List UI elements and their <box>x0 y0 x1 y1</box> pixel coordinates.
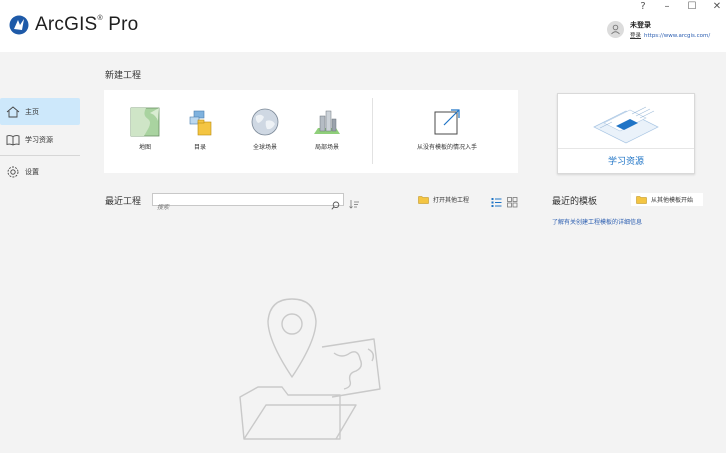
tile-label: 地图 <box>138 144 151 151</box>
title-bar: ArcGIS® Pro ? – ☐ ✕ 未登录 登录 https://www.ar… <box>0 0 726 52</box>
list-view-toggle[interactable] <box>491 193 502 212</box>
sidebar-item-label: 设置 <box>25 167 39 176</box>
folder-icon <box>636 196 647 204</box>
sidebar-item-label: 主页 <box>25 107 39 116</box>
close-button[interactable]: ✕ <box>710 1 724 13</box>
tile-label: 全球场景 <box>252 144 277 151</box>
map-icon <box>130 107 160 137</box>
recent-projects-title: 最近工程 <box>105 197 142 207</box>
user-icon <box>611 24 620 35</box>
folder-icon <box>418 195 429 204</box>
learning-illustration-icon <box>593 106 659 144</box>
new-catalog-tile[interactable]: 目录 <box>170 107 230 165</box>
sidebar-divider <box>0 155 80 156</box>
new-local-scene-tile[interactable]: 局部场景 <box>297 107 357 165</box>
card-divider <box>372 98 373 164</box>
sign-in-link[interactable]: 登录 <box>630 33 641 39</box>
start-from-other-template-button[interactable]: 从其他模板开始 <box>631 193 703 206</box>
search-field[interactable] <box>152 193 344 213</box>
grid-view-toggle[interactable] <box>507 193 518 212</box>
sort-icon <box>349 200 359 209</box>
catalog-icon <box>189 110 212 136</box>
arcgis-logo-icon <box>9 15 29 35</box>
learning-card-label: 学习资源 <box>607 157 644 167</box>
learning-resources-card[interactable]: 学习资源 <box>557 93 695 174</box>
book-icon <box>6 134 20 146</box>
new-global-scene-tile[interactable]: 全球场景 <box>235 107 295 165</box>
learning-card-divider <box>558 148 694 149</box>
search-button[interactable] <box>331 195 340 214</box>
new-project-title: 新建工程 <box>105 71 142 81</box>
tile-label: 目录 <box>193 144 206 151</box>
start-from-other-template-label: 从其他模板开始 <box>651 197 694 204</box>
open-other-project-button[interactable]: 打开其他工程 <box>418 193 484 205</box>
search-input[interactable] <box>153 202 323 213</box>
minimize-button[interactable]: – <box>660 1 674 13</box>
open-other-project-label: 打开其他工程 <box>433 196 470 204</box>
tile-label: 从没有模板的情况入手 <box>416 144 477 151</box>
globe-icon <box>251 108 279 136</box>
portal-url[interactable]: https://www.arcgis.com/ <box>644 33 710 39</box>
new-project-card: 地图 目录 全球场景 局部场景 从没有模板的情况入手 <box>104 90 518 173</box>
tile-label: 局部场景 <box>314 144 339 151</box>
user-status: 未登录 <box>630 21 651 29</box>
sidebar-item-label: 学习资源 <box>25 135 53 144</box>
local-scene-icon <box>314 110 340 134</box>
gear-icon <box>7 166 19 177</box>
start-without-template-tile[interactable]: 从没有模板的情况入手 <box>402 107 492 165</box>
sidebar-item-learning[interactable]: 学习资源 <box>0 126 80 153</box>
sidebar-item-settings[interactable]: 设置 <box>0 158 80 185</box>
app-title: ArcGIS® Pro <box>35 14 139 35</box>
new-map-tile[interactable]: 地图 <box>115 107 175 165</box>
template-help-link[interactable]: 了解有关创建工程模板的详细信息 <box>552 217 642 226</box>
sidebar-item-home[interactable]: 主页 <box>0 98 80 125</box>
empty-projects-illustration-icon <box>239 298 381 440</box>
home-icon <box>6 105 20 117</box>
start-without-template-icon <box>434 109 460 135</box>
recent-templates-title: 最近的模板 <box>552 197 598 207</box>
help-button[interactable]: ? <box>636 1 650 13</box>
grid-view-icon <box>507 197 518 208</box>
user-sign-in-line: 登录 https://www.arcgis.com/ <box>630 31 710 39</box>
maximize-button[interactable]: ☐ <box>685 1 699 13</box>
avatar[interactable] <box>607 21 624 38</box>
sort-button[interactable] <box>349 194 360 213</box>
list-view-icon <box>491 198 502 207</box>
search-icon <box>331 201 340 210</box>
